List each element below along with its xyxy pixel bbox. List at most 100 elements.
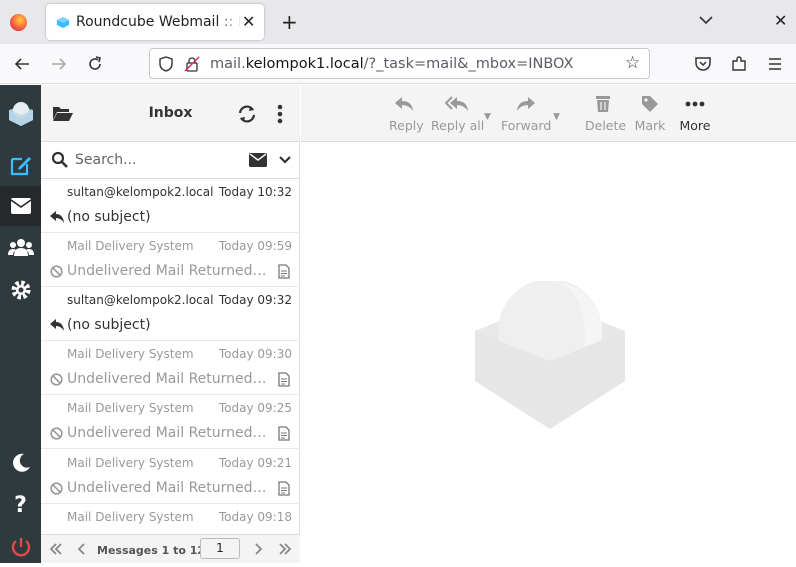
- extensions-icon[interactable]: [730, 55, 748, 73]
- pocket-icon[interactable]: [694, 55, 712, 73]
- message-sender: Mail Delivery System: [67, 510, 194, 524]
- more-button[interactable]: More: [678, 93, 712, 133]
- new-tab-icon[interactable]: +: [281, 10, 298, 34]
- message-subject: Undelivered Mail Returned to Sender: [67, 480, 267, 496]
- message-date: Today 10:32: [218, 185, 292, 199]
- roundcube-watermark-icon: [475, 281, 625, 429]
- message-row[interactable]: Mail Delivery System Today 09:25 Undeliver…: [41, 395, 300, 449]
- help-icon: ?: [14, 492, 27, 518]
- delete-button[interactable]: Delete: [585, 93, 626, 133]
- bookmark-star-icon[interactable]: ☆: [625, 53, 640, 73]
- message-sender: sultan@kelompok2.local: [67, 293, 214, 307]
- next-page-icon[interactable]: [253, 542, 263, 556]
- app-menu-icon[interactable]: [766, 55, 784, 73]
- message-date: Today 09:32: [218, 293, 292, 307]
- search-icon[interactable]: [51, 151, 69, 169]
- last-page-icon[interactable]: [278, 542, 292, 556]
- reload-icon[interactable]: [86, 55, 104, 73]
- search-options-chevron-icon[interactable]: [279, 155, 291, 165]
- browser-tab-bar: Roundcube Webmail :: Inbox ✕ + ✕: [0, 0, 796, 44]
- message-subject: (no subject): [67, 317, 151, 333]
- message-subject: Undelivered Mail Returned to Sender: [67, 263, 267, 279]
- reply-all-dropdown-icon[interactable]: ▼: [484, 112, 491, 122]
- settings-nav[interactable]: [0, 270, 41, 310]
- message-row[interactable]: sultan@kelompok2.local Today 10:32 (no sub…: [41, 179, 300, 233]
- roundcube-logo[interactable]: [0, 93, 41, 133]
- browser-tab[interactable]: Roundcube Webmail :: Inbox ✕: [46, 4, 264, 40]
- firefox-icon[interactable]: [10, 14, 27, 31]
- message-date: Today 09:30: [218, 347, 292, 361]
- logout-nav[interactable]: [0, 527, 41, 567]
- reply-all-icon: [445, 96, 468, 111]
- attachment-icon: [278, 426, 290, 441]
- message-date: Today 09:59: [218, 239, 292, 253]
- message-toolbar: Reply Reply all ▼ Forward ▼ Delete Mark: [301, 85, 796, 142]
- forward-dropdown-icon[interactable]: ▼: [553, 112, 560, 122]
- roundcube-favicon-icon: [57, 17, 69, 28]
- help-nav[interactable]: ?: [0, 485, 41, 525]
- deleted-icon: [50, 265, 63, 278]
- attachment-icon: [278, 372, 290, 387]
- reply-all-button[interactable]: Reply all: [431, 93, 484, 133]
- message-content-panel: Reply Reply all ▼ Forward ▼ Delete Mark: [301, 85, 796, 563]
- message-sender: Mail Delivery System: [67, 401, 194, 415]
- main-nav-rail: ?: [0, 85, 41, 563]
- refresh-icon[interactable]: [237, 104, 257, 124]
- message-subject: (no subject): [67, 209, 151, 225]
- reply-button[interactable]: Reply: [389, 93, 424, 133]
- message-date: Today 09:21: [218, 456, 292, 470]
- search-scope-envelope-icon[interactable]: [249, 153, 267, 167]
- page-number-input[interactable]: 1: [200, 538, 240, 559]
- message-sender: Mail Delivery System: [67, 456, 194, 470]
- url-bar[interactable]: mail.kelompok1.local/?_task=mail&_mbox=I…: [149, 48, 650, 79]
- roundcube-app: ? Inbox Search... sultan@kelompok2.local…: [0, 85, 796, 563]
- first-page-icon[interactable]: [49, 542, 63, 556]
- envelope-icon: [10, 198, 31, 214]
- moon-icon: [12, 453, 30, 472]
- dark-mode-toggle[interactable]: [0, 443, 41, 483]
- message-date: Today 09:18: [218, 510, 292, 524]
- message-row[interactable]: Mail Delivery System Today 09:30 Undeliver…: [41, 341, 300, 395]
- window-close-icon[interactable]: ✕: [774, 11, 787, 30]
- message-subject: Undelivered Mail Returned to Sender: [67, 371, 267, 387]
- compose-nav[interactable]: [0, 145, 41, 185]
- replied-icon: [50, 319, 64, 331]
- back-icon[interactable]: [13, 55, 31, 73]
- message-sender: Mail Delivery System: [67, 347, 194, 361]
- message-subject: Undelivered Mail Returned to Sender: [67, 425, 267, 441]
- trash-icon: [596, 96, 610, 112]
- contacts-icon: [7, 239, 34, 256]
- browser-nav-bar: mail.kelompok1.local/?_task=mail&_mbox=I…: [0, 44, 796, 84]
- compose-icon: [10, 157, 31, 176]
- pagination-bar: Messages 1 to 12... 1: [41, 534, 300, 563]
- mark-button[interactable]: Mark: [634, 93, 666, 133]
- message-sender: sultan@kelompok2.local: [67, 185, 214, 199]
- deleted-icon: [50, 482, 63, 495]
- contacts-nav[interactable]: [0, 227, 41, 267]
- message-list-header: Inbox: [41, 85, 300, 142]
- message-row[interactable]: Mail Delivery System Today 09:59 Undeliver…: [41, 233, 300, 287]
- forward-icon[interactable]: [50, 55, 68, 73]
- search-bar[interactable]: Search...: [41, 142, 300, 179]
- message-row[interactable]: Mail Delivery System Today 09:21 Undeliver…: [41, 450, 300, 504]
- replied-icon: [50, 211, 64, 223]
- deleted-icon: [50, 373, 63, 386]
- tab-title: Roundcube Webmail :: Inbox: [76, 14, 242, 30]
- mail-nav[interactable]: [0, 186, 41, 226]
- forward-button[interactable]: Forward: [501, 93, 551, 133]
- gear-icon: [11, 280, 30, 300]
- more-dots-icon: [685, 101, 705, 107]
- reply-icon: [395, 97, 413, 111]
- list-all-tabs-icon[interactable]: [698, 12, 714, 28]
- tracking-protection-icon[interactable]: [159, 56, 173, 72]
- message-row[interactable]: sultan@kelompok2.local Today 09:32 (no sub…: [41, 287, 300, 341]
- deleted-icon: [50, 427, 63, 440]
- tag-icon: [642, 96, 658, 112]
- tab-close-icon[interactable]: ✕: [242, 12, 255, 31]
- message-sender: Mail Delivery System: [67, 239, 194, 253]
- roundcube-logo-icon: [8, 102, 33, 126]
- list-options-icon[interactable]: [277, 104, 283, 124]
- search-input[interactable]: Search...: [75, 152, 136, 168]
- insecure-lock-icon[interactable]: [184, 56, 200, 72]
- previous-page-icon[interactable]: [77, 542, 87, 556]
